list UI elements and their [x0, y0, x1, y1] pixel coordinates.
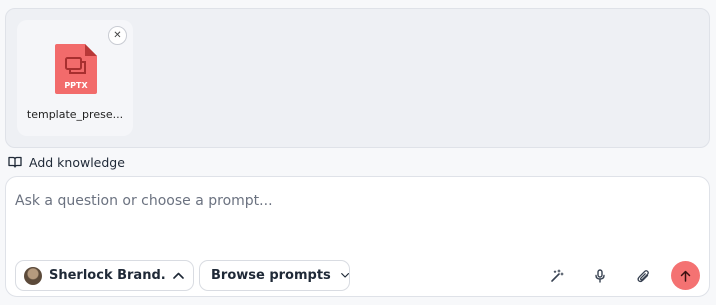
- prompt-input[interactable]: [15, 189, 695, 213]
- arrow-up-icon: [680, 270, 691, 282]
- attachment-file-name: template_prese...: [26, 108, 124, 121]
- chevron-down-icon: [340, 273, 349, 278]
- browse-prompts-button[interactable]: Browse prompts: [199, 260, 350, 291]
- magic-wand-icon: [551, 269, 564, 282]
- paperclip-icon: [636, 270, 649, 283]
- send-button[interactable]: [671, 261, 700, 290]
- file-type-label: PPTX: [64, 81, 88, 90]
- avatar: [24, 266, 42, 285]
- add-knowledge-button[interactable]: Add knowledge: [8, 153, 125, 171]
- attach-file-button[interactable]: [629, 262, 657, 290]
- voice-input-button[interactable]: [586, 262, 614, 290]
- book-icon: [8, 156, 22, 168]
- agent-selector[interactable]: Sherlock Brand...: [15, 260, 194, 291]
- microphone-icon: [595, 269, 605, 283]
- attachments-panel: PPTX template_prese... ✕: [5, 8, 710, 148]
- browse-prompts-label: Browse prompts: [211, 268, 331, 283]
- agent-name: Sherlock Brand...: [49, 268, 166, 283]
- composer: Sherlock Brand... Browse prompts: [5, 176, 710, 297]
- close-icon: ✕: [113, 30, 122, 41]
- add-knowledge-label: Add knowledge: [29, 154, 125, 170]
- enhance-prompt-button[interactable]: [543, 262, 571, 290]
- remove-attachment-button[interactable]: ✕: [108, 26, 127, 45]
- chevron-up-icon: [173, 272, 184, 279]
- pptx-file-icon: PPTX: [55, 44, 97, 94]
